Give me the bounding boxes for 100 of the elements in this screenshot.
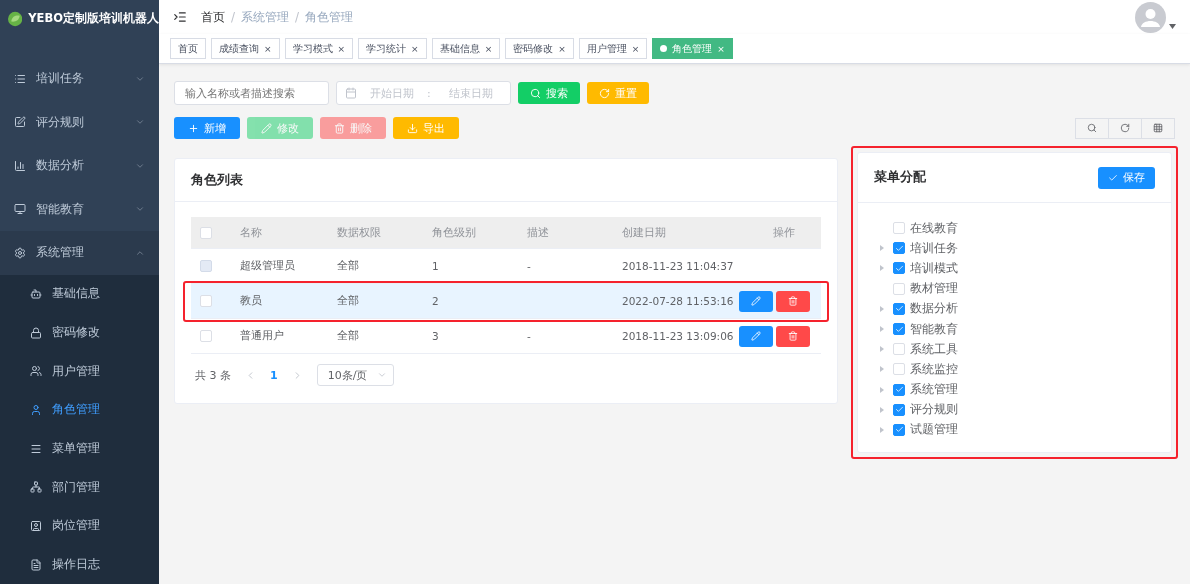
trash-icon <box>334 122 345 134</box>
tag-tab[interactable]: 用户管理 × <box>578 38 648 59</box>
tag-tab[interactable]: 基础信息 × <box>431 38 501 59</box>
tree-item[interactable]: 教材管理 <box>880 278 1155 299</box>
column-header: 创建日期 <box>622 225 667 240</box>
tree-item[interactable]: 培训模式 <box>880 258 1155 279</box>
table-cell-text: 1 <box>432 260 440 272</box>
tree-checkbox[interactable] <box>893 383 905 396</box>
close-icon[interactable]: × <box>484 43 493 54</box>
column-header: 数据权限 <box>337 225 382 240</box>
trash-icon <box>788 296 798 306</box>
caret-right-icon[interactable] <box>880 366 884 373</box>
tag-tab[interactable]: 学习模式 × <box>284 38 354 59</box>
tree-item[interactable]: 培训任务 <box>880 238 1155 259</box>
table-cell-text: 2022-07-28 11:53:16 <box>622 295 735 307</box>
bar-chart-icon <box>14 159 26 172</box>
edit-button[interactable] <box>739 325 773 347</box>
menu-icon <box>30 442 42 455</box>
sidebar-item[interactable]: 角色管理 <box>0 390 159 430</box>
caret-right-icon[interactable] <box>880 426 884 433</box>
caret-right-icon[interactable] <box>880 326 884 333</box>
caret-down-icon[interactable] <box>1169 23 1176 29</box>
sidebar-item[interactable]: 数据分析 <box>0 144 159 188</box>
sidebar-item[interactable]: 培训任务 <box>0 57 159 101</box>
plus-icon <box>188 122 199 134</box>
sidebar-item[interactable]: 用户管理 <box>0 351 159 391</box>
edit-button[interactable] <box>739 290 773 312</box>
tree-item[interactable]: 系统管理 <box>880 379 1155 400</box>
tree-checkbox[interactable] <box>893 242 905 255</box>
delete-button[interactable] <box>776 290 810 312</box>
close-icon[interactable]: × <box>411 43 419 54</box>
columns-button[interactable] <box>1141 117 1175 139</box>
pencil-icon <box>751 331 761 341</box>
check-icon <box>1108 172 1118 183</box>
sidebar-item[interactable]: 基础信息 <box>0 274 159 314</box>
close-icon[interactable]: × <box>264 43 272 54</box>
caret-right-icon[interactable] <box>880 346 884 353</box>
tree-checkbox[interactable] <box>893 302 905 315</box>
tag-tab[interactable]: 成绩查询 × <box>211 38 280 59</box>
user-badge-icon <box>30 519 42 532</box>
total-count: 共 3 条 <box>195 367 231 383</box>
trash-icon <box>788 331 798 341</box>
column-header: 名称 <box>240 225 263 240</box>
sidebar-item[interactable]: 智能教育 <box>0 187 159 231</box>
sidebar-item[interactable]: 密码修改 <box>0 313 159 352</box>
tree-label: 系统工具 <box>910 341 958 357</box>
tree-checkbox[interactable] <box>893 403 905 416</box>
row-checkbox[interactable] <box>200 330 212 342</box>
document-icon <box>30 558 42 571</box>
tree-label: 数据分析 <box>910 301 958 317</box>
search-icon <box>1087 123 1097 133</box>
table-row[interactable]: 教员 全部 2 2022-07-28 11:53:16 <box>191 284 821 319</box>
table-cell-text: 2018-11-23 11:04:37 <box>622 260 735 272</box>
tree-checkbox[interactable] <box>893 323 905 336</box>
page-size-select[interactable]: 10条/页 <box>316 364 394 386</box>
close-icon[interactable]: × <box>337 43 346 54</box>
tag-tab[interactable]: 学习统计 × <box>358 38 427 59</box>
sidebar-item[interactable]: 岗位管理 <box>0 506 159 546</box>
row-checkbox[interactable] <box>200 295 212 307</box>
table-cell-text: 2018-11-23 13:09:06 <box>622 330 735 342</box>
sidebar-item[interactable]: 评分规则 <box>0 100 159 144</box>
tree-item[interactable]: 系统工具 <box>880 339 1155 360</box>
sidebar-item[interactable]: 菜单管理 <box>0 429 159 468</box>
close-icon[interactable]: × <box>631 43 640 54</box>
monitor-icon <box>14 203 26 216</box>
range-separator: : <box>427 86 431 100</box>
tag-tab[interactable]: 首页 <box>170 38 206 59</box>
tree-label: 试题管理 <box>910 422 958 438</box>
tree-checkbox[interactable] <box>893 423 905 436</box>
caret-right-icon[interactable] <box>880 406 884 413</box>
menu-toggle-icon[interactable] <box>173 10 187 24</box>
close-icon[interactable]: × <box>558 43 566 54</box>
tree-item[interactable]: 智能教育 <box>880 318 1155 340</box>
tree-checkbox[interactable] <box>893 262 905 275</box>
sidebar-item[interactable]: 操作日志 <box>0 545 159 584</box>
search-toggle-button[interactable] <box>1075 117 1109 139</box>
sidebar-item[interactable]: 部门管理 <box>0 467 159 507</box>
tree-item[interactable]: 系统监控 <box>880 359 1155 380</box>
breadcrumb-item: 角色管理 <box>305 8 354 26</box>
table-cell-text: 3 <box>432 330 440 342</box>
sidebar-item[interactable]: 系统管理 <box>0 231 159 275</box>
tree-item[interactable]: 试题管理 <box>880 419 1155 441</box>
tree-item[interactable]: 在线教育 <box>880 218 1155 239</box>
users-icon <box>30 365 42 378</box>
delete-button[interactable] <box>776 325 810 347</box>
robot-icon <box>30 287 42 300</box>
caret-right-icon[interactable] <box>880 245 884 252</box>
pencil-icon <box>751 296 761 306</box>
breadcrumb-item[interactable]: 首页 <box>201 8 225 26</box>
tree-label: 系统监控 <box>910 361 958 377</box>
caret-right-icon[interactable] <box>880 265 884 272</box>
refresh-button[interactable] <box>1108 117 1142 139</box>
tag-tab[interactable]: 密码修改 × <box>505 38 574 59</box>
tree-item[interactable]: 评分规则 <box>880 399 1155 420</box>
caret-right-icon[interactable] <box>880 386 884 393</box>
select-all-checkbox[interactable] <box>200 226 212 239</box>
caret-right-icon[interactable] <box>880 305 884 312</box>
pencil-icon <box>261 122 272 134</box>
search-field[interactable]: 输入名称或者描述搜索 <box>174 81 329 105</box>
tree-item[interactable]: 数据分析 <box>880 298 1155 319</box>
